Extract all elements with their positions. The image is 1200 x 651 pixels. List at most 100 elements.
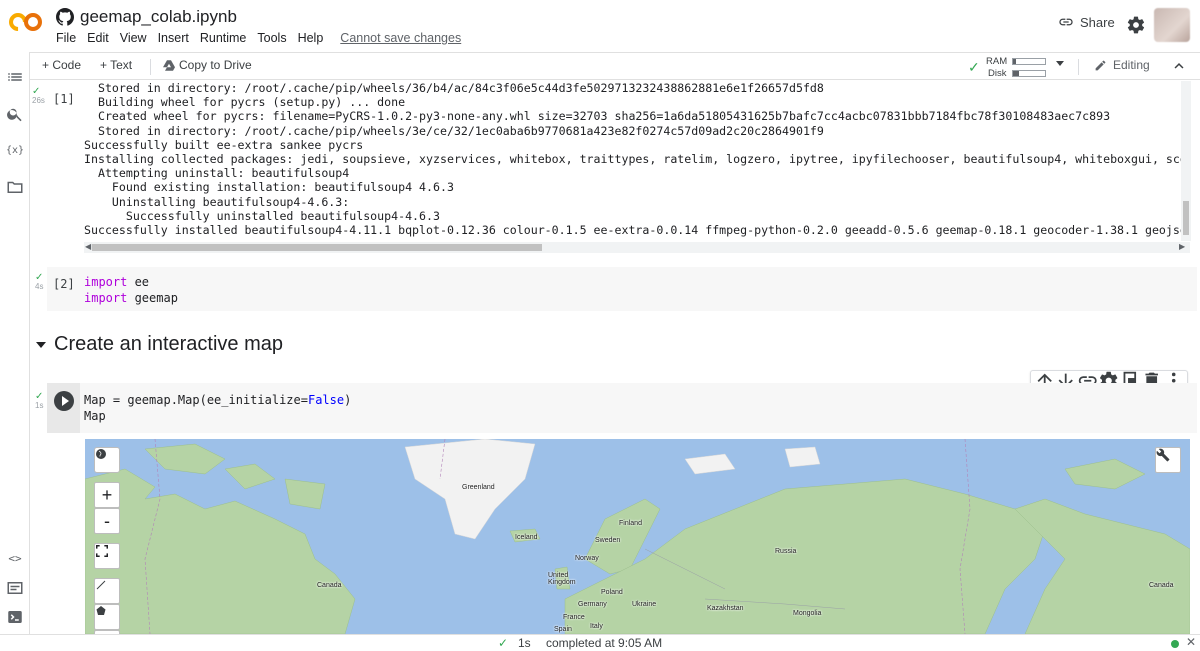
- cell2-code[interactable]: import ee import geemap: [84, 274, 178, 306]
- code-cell-3[interactable]: Map = geemap.Map(ee_initialize=False) Ma…: [47, 383, 1197, 433]
- search-icon[interactable]: [6, 105, 24, 123]
- draw-polyline-button[interactable]: [94, 578, 120, 604]
- map-label-iceland: Iceland: [515, 534, 538, 541]
- table-of-contents-icon[interactable]: [6, 68, 24, 86]
- map-label-ukraine: Ukraine: [632, 601, 657, 608]
- cell2-duration: 4s: [35, 282, 44, 291]
- cell3-code-b: ): [344, 393, 352, 407]
- cell2-keyword-2: import: [84, 291, 128, 305]
- add-text-button[interactable]: + Text: [100, 58, 132, 72]
- menu-bar: File Edit View Insert Runtime Tools Help…: [56, 31, 472, 45]
- map-label-germany: Germany: [578, 601, 607, 608]
- map-label-finland: Finland: [619, 520, 642, 527]
- map-label-sweden: Sweden: [595, 537, 621, 544]
- section-collapse-caret-icon[interactable]: [36, 341, 46, 348]
- output-line: Stored in directory: /root/.cache/pip/wh…: [84, 123, 824, 138]
- ram-label: RAM: [986, 56, 1008, 67]
- output-line: Successfully built ee-extra sankee pycrs: [84, 137, 364, 152]
- map-label-united-kingdom: United Kingdom: [548, 572, 576, 586]
- output-line: Uninstalling beautifulsoup4-4.6.3:: [84, 194, 350, 209]
- collapse-header-chevron-up-icon[interactable]: [1170, 57, 1188, 75]
- scroll-left-arrow-icon[interactable]: ◀: [85, 242, 91, 251]
- code-cell-2[interactable]: [2] import ee import geemap: [47, 267, 1197, 311]
- map-label-spain: Spain: [554, 626, 572, 633]
- cell1-duration: 26s: [32, 96, 45, 105]
- draw-polygon-button[interactable]: [94, 604, 120, 630]
- resources-dropdown-icon[interactable]: [1056, 61, 1064, 66]
- copy-to-drive-label: Copy to Drive: [179, 58, 252, 72]
- output-line: Installing collected packages: jedi, sou…: [84, 152, 1190, 167]
- menu-runtime[interactable]: Runtime: [200, 31, 252, 45]
- output-line: Created wheel for pycrs: filename=PyCRS-…: [84, 109, 1111, 124]
- left-sidebar: {x} <>: [0, 52, 30, 634]
- menu-file[interactable]: File: [56, 31, 81, 45]
- user-avatar[interactable]: [1154, 8, 1190, 42]
- ram-bar: [1012, 58, 1046, 65]
- disk-bar: [1012, 70, 1046, 77]
- interactive-map[interactable]: Greenland Iceland Finland Sweden Norway …: [85, 439, 1190, 634]
- basemap-globe-button[interactable]: [94, 447, 120, 473]
- cell3-code-2: Map: [84, 409, 106, 423]
- cell2-keyword-1: import: [84, 275, 128, 289]
- zoom-in-button[interactable]: +: [94, 482, 120, 508]
- menu-help[interactable]: Help: [298, 31, 329, 45]
- cell2-code-2: geemap: [127, 291, 178, 305]
- output-vertical-scrollbar[interactable]: [1181, 81, 1191, 241]
- cell2-code-1: ee: [127, 275, 150, 289]
- menu-edit[interactable]: Edit: [87, 31, 114, 45]
- notebook-title[interactable]: geemap_colab.ipynb: [80, 7, 237, 27]
- output-line: Attempting uninstall: beautifulsoup4: [84, 166, 350, 181]
- section-title: Create an interactive map: [54, 333, 284, 355]
- save-warning-link[interactable]: Cannot save changes: [340, 31, 466, 45]
- output-line: Successfully installed beautifulsoup4-4.…: [84, 223, 1190, 238]
- scrollbar-thumb[interactable]: [92, 244, 542, 251]
- notebook-toolbar: + Code + Text Copy to Drive ✓ RAM Disk E…: [0, 52, 1200, 80]
- run-cell-button[interactable]: [54, 391, 74, 411]
- variables-icon[interactable]: {x}: [6, 142, 24, 160]
- connected-check-icon: ✓: [968, 59, 980, 75]
- map-label-canada-left: Canada: [317, 582, 342, 589]
- resource-monitor[interactable]: ✓ RAM Disk: [968, 55, 1072, 79]
- menu-tools[interactable]: Tools: [257, 31, 291, 45]
- fullscreen-button[interactable]: [94, 543, 120, 569]
- files-folder-icon[interactable]: [6, 178, 24, 196]
- status-message[interactable]: completed at 9:05 AM: [546, 636, 662, 650]
- fullscreen-icon: [96, 545, 108, 557]
- map-label-mongolia: Mongolia: [793, 610, 822, 617]
- editing-mode-button[interactable]: Editing: [1094, 58, 1150, 72]
- cell3-code[interactable]: Map = geemap.Map(ee_initialize=False) Ma…: [84, 392, 351, 424]
- map-label-russia: Russia: [775, 548, 797, 555]
- status-bar: ✓ 1s completed at 9:05 AM ✕: [0, 634, 1200, 651]
- section-heading[interactable]: Create an interactive map: [36, 333, 283, 356]
- add-code-button[interactable]: + Code: [42, 58, 81, 72]
- copy-to-drive-button[interactable]: Copy to Drive: [163, 58, 252, 72]
- output-line: Found existing installation: beautifulso…: [84, 180, 454, 195]
- close-status-icon[interactable]: ✕: [1186, 635, 1196, 649]
- code-snippets-icon[interactable]: <>: [6, 550, 24, 568]
- terminal-icon[interactable]: [6, 608, 24, 626]
- cell3-status: ✓ 1s: [35, 392, 44, 411]
- app-header: geemap_colab.ipynb File Edit View Insert…: [0, 0, 1200, 52]
- pencil-icon: [1095, 60, 1106, 70]
- github-icon[interactable]: [56, 8, 74, 26]
- command-palette-icon[interactable]: [6, 579, 24, 597]
- cell1-output[interactable]: Stored in directory: /root/.cache/pip/wh…: [84, 81, 1190, 239]
- notebook-content[interactable]: ✓ 26s [1] Stored in directory: /root/.ca…: [31, 81, 1200, 634]
- disk-label: Disk: [988, 68, 1007, 79]
- colab-logo[interactable]: [5, 9, 44, 36]
- share-label: Share: [1080, 14, 1115, 30]
- settings-gear-icon[interactable]: [1126, 15, 1146, 35]
- polygon-icon: [96, 606, 106, 615]
- map-label-greenland: Greenland: [462, 484, 495, 491]
- menu-view[interactable]: View: [120, 31, 152, 45]
- map-toolbar-wrench-button[interactable]: [1155, 447, 1181, 473]
- menu-insert[interactable]: Insert: [158, 31, 194, 45]
- zoom-out-button[interactable]: -: [94, 508, 120, 534]
- toolbar-divider-2: [1078, 59, 1079, 75]
- share-button[interactable]: Share: [1058, 14, 1115, 30]
- output-horizontal-scrollbar[interactable]: ◀ ▶: [84, 242, 1190, 253]
- cell3-duration: 1s: [35, 401, 44, 410]
- cell3-false-literal: False: [307, 393, 345, 407]
- scroll-right-arrow-icon[interactable]: ▶: [1179, 242, 1185, 251]
- globe-icon: [96, 449, 106, 459]
